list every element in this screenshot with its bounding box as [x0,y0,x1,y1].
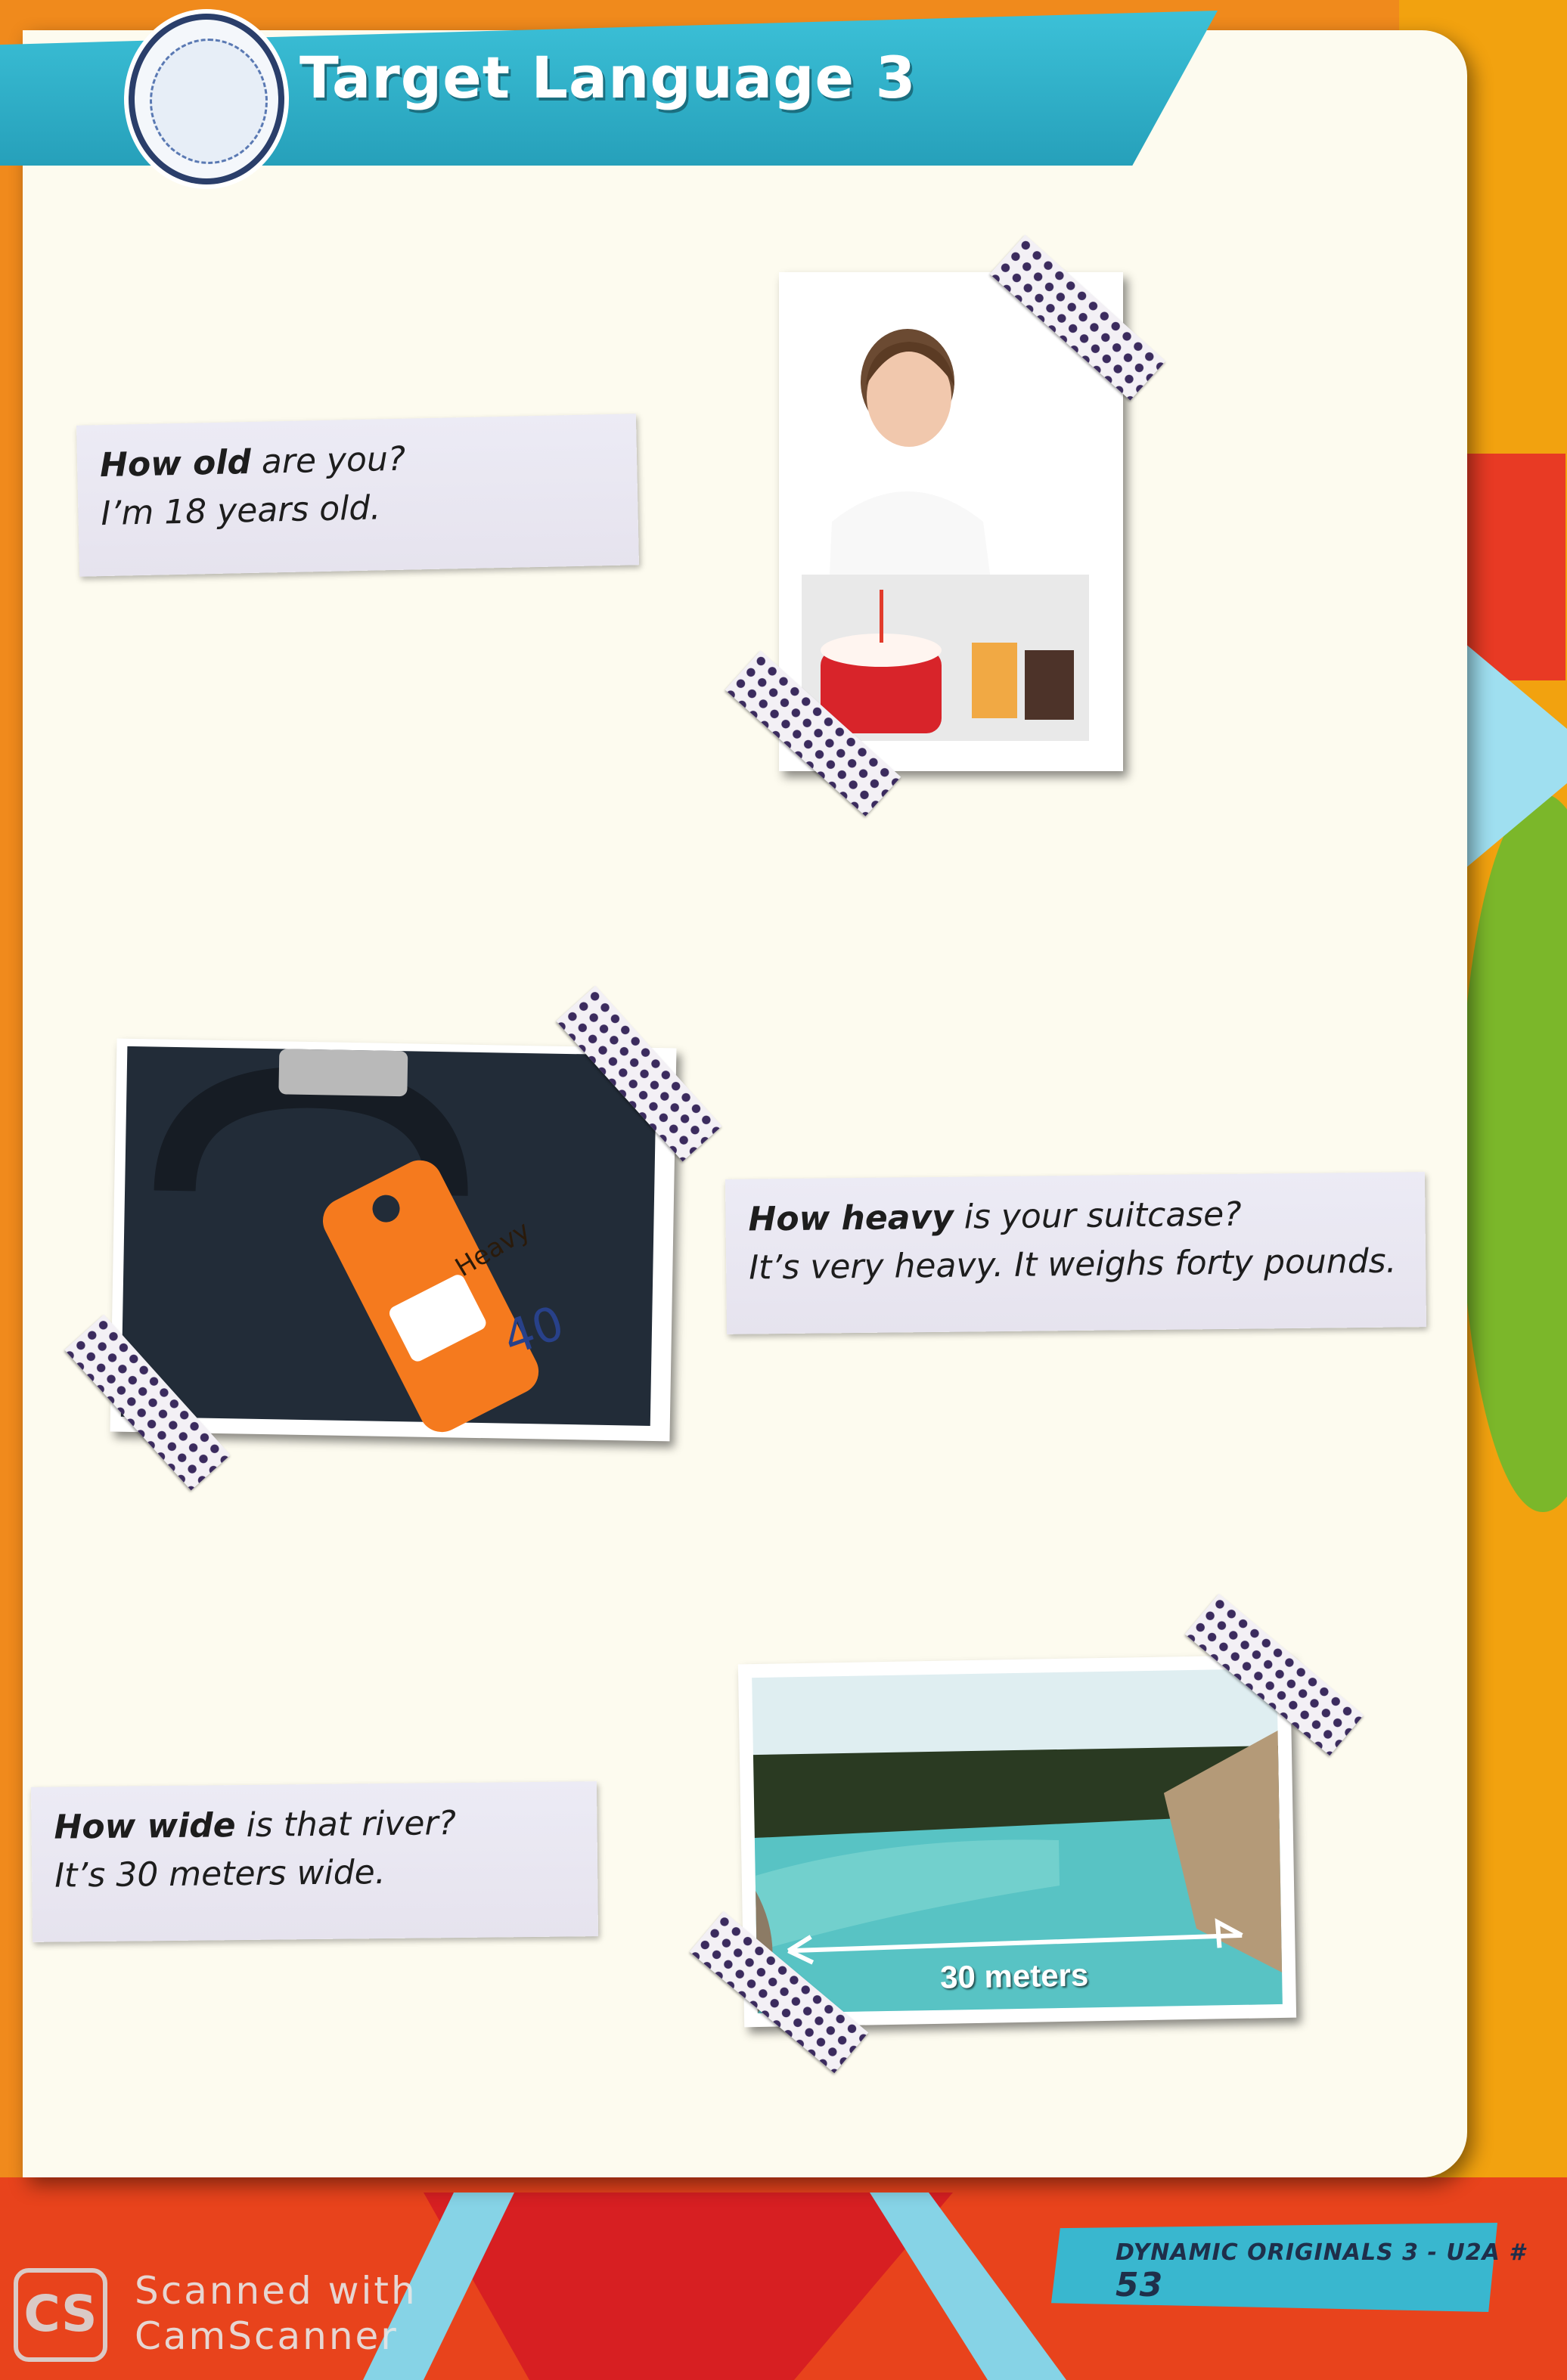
river-photo: 30 meters [737,1654,1297,2028]
sentence-box-age: How old are you? I’m 18 years old. [76,414,640,577]
question-keyword: How wide [54,1806,236,1847]
suitcase-image [120,1046,657,1433]
question-text: is that river? [235,1804,457,1845]
question-text: are you? [250,439,406,482]
sentence-box-width: How wide is that river? It’s 30 meters w… [30,1781,599,1942]
watermark-line-1: Scanned with [135,2269,417,2313]
question-text: is your suitcase? [953,1195,1242,1237]
answer-text: It’s 30 meters wide. [54,1853,386,1895]
page-title: Target Language 3 [299,44,917,111]
river-width-label: 30 meters [939,1957,1089,1995]
watermark-line-2: CamScanner [135,2314,399,2358]
camscanner-logo-icon: CS [14,2268,107,2362]
unit-badge-icon [129,14,284,184]
answer-text: It’s very heavy. It weighs forty pounds. [748,1241,1397,1288]
footer-book-title: DYNAMIC ORIGINALS 3 - U2A # [1116,2239,1526,2266]
sentence-box-weight: How heavy is your suitcase? It’s very he… [725,1172,1427,1334]
footer-page-reference: DYNAMIC ORIGINALS 3 - U2A # 53 [1116,2239,1567,2304]
question-keyword: How old [99,442,252,485]
suitcase-photo: Heavy 40 [110,1038,677,1442]
question-keyword: How heavy [748,1198,954,1239]
page-number: 53 [1116,2266,1164,2304]
answer-text: I’m 18 years old. [100,488,381,534]
